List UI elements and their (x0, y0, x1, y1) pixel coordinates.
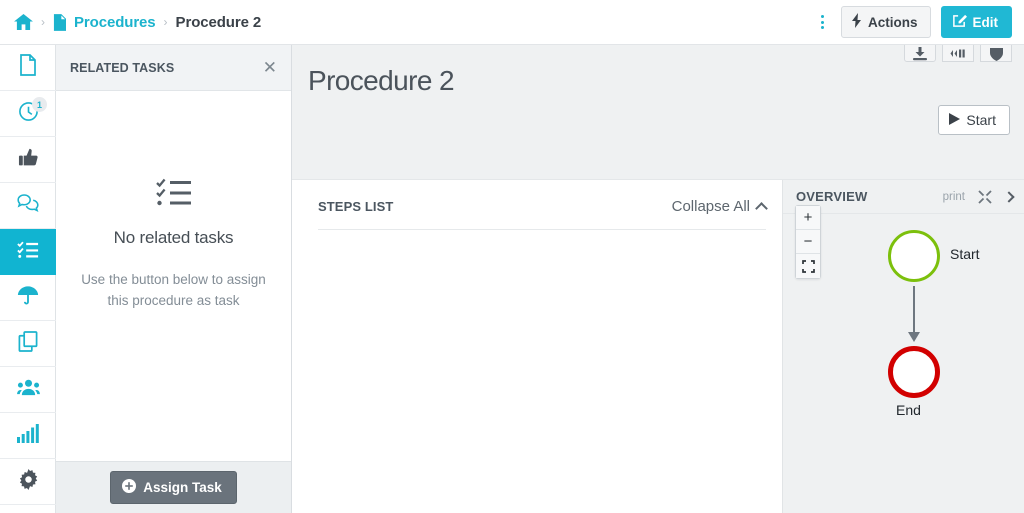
actions-button-label: Actions (867, 14, 918, 30)
top-bar: › Procedures › Procedure 2 Actions Edit (0, 0, 1024, 45)
plus-circle-icon (122, 479, 137, 496)
breadcrumb-current: Procedure 2 (175, 13, 262, 31)
bar-chart-icon (17, 423, 39, 448)
bolt-icon (851, 13, 862, 31)
sidebar-item-teams[interactable] (0, 367, 56, 413)
print-button[interactable]: print (943, 191, 965, 203)
sidebar-item-history[interactable]: 1 (0, 91, 56, 137)
collapse-all-label: Collapse All (671, 198, 750, 215)
file-icon (53, 13, 66, 31)
procedure-hero: Procedure 2 Start (292, 36, 1024, 180)
sidebar-item-analytics[interactable] (0, 413, 56, 459)
actions-button[interactable]: Actions (840, 6, 931, 38)
sidebar-rail: 1 (0, 45, 56, 513)
expand-arrows-icon[interactable] (978, 189, 992, 204)
sidebar-item-related-tasks[interactable] (0, 229, 56, 275)
play-icon (949, 112, 961, 128)
related-tasks-empty-subtitle: Use the button below to assign this proc… (81, 272, 266, 308)
collapse-all-button[interactable]: Collapse All (671, 198, 768, 215)
steps-list-title: STEPS LIST (318, 199, 394, 214)
related-tasks-panel: RELATED TASKS ✕ No related tasks Use the… (56, 45, 292, 513)
close-icon[interactable]: ✕ (263, 59, 277, 76)
related-tasks-title: RELATED TASKS (70, 60, 175, 75)
chevron-up-icon (755, 201, 768, 215)
breadcrumb: › Procedures › Procedure 2 (0, 13, 262, 31)
flow-connector-arrowhead (908, 332, 920, 342)
sidebar-badge-history: 1 (32, 97, 47, 112)
breadcrumb-separator-1: › (41, 15, 45, 29)
home-icon[interactable] (14, 13, 33, 31)
flow-node-start-label: Start (950, 246, 980, 262)
comments-icon (17, 193, 39, 218)
breadcrumb-link-procedures[interactable]: Procedures (74, 14, 156, 31)
umbrella-icon (17, 285, 39, 311)
related-tasks-empty-title: No related tasks (113, 228, 234, 247)
sidebar-item-approvals[interactable] (0, 137, 56, 183)
edit-button-label: Edit (972, 14, 999, 30)
thumbs-up-icon (18, 147, 39, 173)
steps-list-header: STEPS LIST Collapse All (318, 198, 768, 230)
lower-region: STEPS LIST Collapse All OVERVIEW print +… (292, 180, 1024, 513)
flow-connector-line (913, 286, 915, 336)
flow-node-end-label: End (896, 402, 921, 418)
procedure-flow-diagram: Start End (783, 214, 1024, 513)
related-tasks-footer: Assign Task (56, 461, 291, 513)
start-button[interactable]: Start (938, 105, 1010, 135)
assign-task-label: Assign Task (143, 480, 222, 495)
steps-list-panel: STEPS LIST Collapse All (292, 180, 782, 513)
gear-icon (18, 468, 39, 495)
copy-icon (18, 330, 38, 357)
sidebar-item-publish[interactable] (0, 275, 56, 321)
chevron-right-icon[interactable] (1003, 190, 1015, 203)
pencil-square-icon (952, 13, 967, 31)
flow-node-end[interactable] (888, 346, 940, 398)
top-bar-actions: Actions Edit (814, 6, 1024, 38)
related-tasks-body: No related tasks Use the button below to… (56, 91, 291, 461)
overview-panel: OVERVIEW print + − Start End (782, 180, 1024, 513)
breadcrumb-separator-2: › (163, 15, 168, 29)
checklist-icon (155, 177, 192, 212)
related-tasks-header: RELATED TASKS ✕ (56, 45, 291, 91)
file-icon (19, 54, 37, 81)
flow-node-start[interactable] (888, 230, 940, 282)
page-title: Procedure 2 (308, 65, 455, 96)
sidebar-item-settings[interactable] (0, 459, 56, 505)
overview-title: OVERVIEW (796, 189, 868, 204)
more-vertical-icon[interactable] (814, 11, 831, 33)
edit-button[interactable]: Edit (940, 6, 1012, 38)
sidebar-item-documents[interactable] (0, 45, 56, 91)
start-button-label: Start (966, 112, 996, 128)
overview-actions: print (943, 189, 1015, 204)
sidebar-item-copies[interactable] (0, 321, 56, 367)
sidebar-item-comments[interactable] (0, 183, 56, 229)
main-content: Procedure 2 Start STEPS LIST Collapse Al… (292, 36, 1024, 513)
checklist-icon (17, 240, 39, 264)
users-icon (16, 378, 40, 402)
assign-task-button[interactable]: Assign Task (110, 471, 237, 504)
